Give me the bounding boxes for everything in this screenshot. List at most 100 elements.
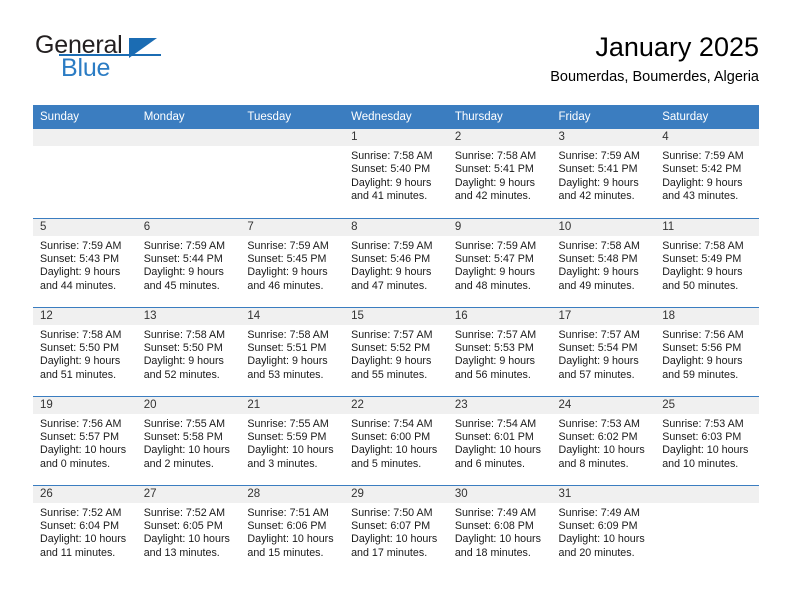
calendar-day-cell[interactable] — [136, 129, 241, 218]
calendar-day-cell[interactable] — [33, 129, 137, 218]
weekday-header-friday: Friday — [551, 105, 656, 129]
day-info-line: Daylight: 10 hours — [351, 533, 438, 546]
weekday-header-sunday: Sunday — [33, 105, 137, 129]
day-cell-content: 23 Sunrise: 7:54 AM Sunset: 6:01 PM Dayligh… — [447, 396, 552, 485]
day-sun-info: Sunrise: 7:55 AM Sunset: 5:59 PM Daylight:… — [240, 414, 344, 472]
calendar-day-cell[interactable]: 22 Sunrise: 7:54 AM Sunset: 6:00 PM Dayligh… — [344, 395, 448, 485]
general-blue-logo[interactable]: General Blue — [33, 30, 243, 86]
weekday-header-tuesday: Tuesday — [240, 105, 345, 129]
calendar-day-cell[interactable]: 12 Sunrise: 7:58 AM Sunset: 5:50 PM Dayligh… — [33, 306, 137, 396]
calendar-day-cell[interactable]: 27 Sunrise: 7:52 AM Sunset: 6:05 PM Dayligh… — [136, 484, 241, 575]
day-info-line: Sunset: 5:50 PM — [143, 341, 223, 354]
calendar-page: General Blue January 2025 Boumerdas, Bou… — [0, 0, 792, 612]
day-info-line: Daylight: 10 hours — [454, 444, 541, 457]
day-info-line: Sunrise: 7:54 AM — [454, 417, 537, 430]
calendar-day-cell[interactable]: 8 Sunrise: 7:59 AM Sunset: 5:46 PM Daylight… — [344, 217, 448, 307]
calendar-day-cell[interactable]: 4 Sunrise: 7:59 AM Sunset: 5:42 PM Daylight… — [655, 129, 759, 218]
calendar-day-cell[interactable]: 24 Sunrise: 7:53 AM Sunset: 6:02 PM Dayligh… — [551, 395, 656, 485]
day-sun-info: Sunrise: 7:55 AM Sunset: 5:58 PM Daylight:… — [137, 414, 241, 472]
calendar-day-cell[interactable]: 23 Sunrise: 7:54 AM Sunset: 6:01 PM Dayligh… — [447, 395, 552, 485]
day-info-line: Daylight: 9 hours — [40, 266, 121, 279]
calendar-day-cell[interactable]: 26 Sunrise: 7:52 AM Sunset: 6:04 PM Dayligh… — [33, 484, 137, 574]
day-info-line: Sunset: 5:41 PM — [454, 163, 534, 176]
calendar-day-cell[interactable]: 30 Sunrise: 7:49 AM Sunset: 6:08 PM Dayligh… — [447, 484, 552, 575]
day-info-line: Daylight: 9 hours — [351, 266, 432, 279]
day-sun-info: Sunrise: 7:51 AM Sunset: 6:06 PM Daylight:… — [240, 503, 344, 561]
day-info-line: Sunrise: 7:59 AM — [351, 239, 433, 252]
day-sun-info: Sunrise: 7:54 AM Sunset: 6:01 PM Daylight:… — [448, 414, 552, 472]
calendar-header-row: Sunday Monday Tuesday Wednesday Thursday… — [33, 105, 759, 129]
day-info-line: Sunset: 5:45 PM — [247, 252, 327, 265]
day-cell-content: 20 Sunrise: 7:55 AM Sunset: 5:58 PM Dayligh… — [136, 396, 241, 485]
calendar-day-cell[interactable]: 19 Sunrise: 7:56 AM Sunset: 5:57 PM Dayligh… — [33, 395, 137, 485]
calendar-day-cell[interactable]: 28 Sunrise: 7:51 AM Sunset: 6:06 PM Dayligh… — [240, 484, 345, 575]
calendar-day-cell[interactable]: 17 Sunrise: 7:57 AM Sunset: 5:54 PM Dayligh… — [551, 306, 656, 396]
day-sun-info: Sunrise: 7:58 AM Sunset: 5:40 PM Daylight:… — [344, 146, 448, 204]
calendar-day-cell[interactable]: 15 Sunrise: 7:57 AM Sunset: 5:52 PM Dayligh… — [344, 306, 448, 396]
day-number: 16 — [447, 307, 552, 325]
day-number: 5 — [33, 218, 137, 236]
day-info-line: Sunset: 5:41 PM — [558, 163, 638, 176]
day-cell-content — [33, 129, 137, 218]
day-info-line: Daylight: 9 hours — [558, 266, 639, 279]
calendar-day-cell[interactable] — [655, 484, 759, 574]
day-info-line: and 56 minutes. — [454, 368, 531, 381]
day-info-line: and 11 minutes. — [40, 546, 116, 559]
calendar-day-cell[interactable]: 10 Sunrise: 7:58 AM Sunset: 5:48 PM Dayligh… — [551, 217, 656, 307]
day-info-line: Daylight: 9 hours — [143, 266, 224, 279]
day-info-line: Sunrise: 7:55 AM — [143, 417, 226, 430]
logo-text-blue: Blue — [61, 54, 111, 82]
day-cell-content: 14 Sunrise: 7:58 AM Sunset: 5:51 PM Dayligh… — [240, 307, 345, 396]
calendar-day-cell[interactable]: 7 Sunrise: 7:59 AM Sunset: 5:45 PM Daylight… — [240, 217, 345, 307]
day-cell-content: 1 Sunrise: 7:58 AM Sunset: 5:40 PM Daylight… — [344, 129, 448, 218]
day-info-line: Sunrise: 7:51 AM — [247, 506, 329, 519]
calendar-day-cell[interactable]: 14 Sunrise: 7:58 AM Sunset: 5:51 PM Dayligh… — [240, 306, 345, 396]
calendar-day-cell[interactable]: 20 Sunrise: 7:55 AM Sunset: 5:58 PM Dayligh… — [136, 395, 241, 485]
day-info-line: Sunset: 5:57 PM — [40, 430, 120, 443]
day-sun-info: Sunrise: 7:53 AM Sunset: 6:02 PM Daylight:… — [552, 414, 656, 472]
day-info-line: Daylight: 10 hours — [454, 533, 541, 546]
calendar-day-cell[interactable]: 5 Sunrise: 7:59 AM Sunset: 5:43 PM Daylight… — [33, 217, 137, 307]
calendar-day-cell[interactable]: 2 Sunrise: 7:58 AM Sunset: 5:41 PM Daylight… — [447, 129, 552, 218]
day-info-line: Sunrise: 7:59 AM — [143, 239, 226, 252]
day-cell-content: 28 Sunrise: 7:51 AM Sunset: 6:06 PM Dayligh… — [240, 485, 345, 575]
calendar-week-row: 26 Sunrise: 7:52 AM Sunset: 6:04 PM Dayligh… — [33, 484, 759, 575]
day-info-line: Sunset: 5:51 PM — [247, 341, 327, 354]
day-cell-content: 5 Sunrise: 7:59 AM Sunset: 5:43 PM Daylight… — [33, 218, 137, 307]
day-info-line: and 18 minutes. — [454, 546, 531, 559]
day-number: 10 — [551, 218, 656, 236]
day-number: 14 — [240, 307, 345, 325]
day-info-line: Daylight: 9 hours — [351, 355, 432, 368]
weekday-header-wednesday: Wednesday — [344, 105, 448, 129]
calendar-day-cell[interactable]: 9 Sunrise: 7:59 AM Sunset: 5:47 PM Daylight… — [447, 217, 552, 307]
calendar-day-cell[interactable]: 25 Sunrise: 7:53 AM Sunset: 6:03 PM Dayligh… — [655, 395, 759, 485]
day-info-line: Daylight: 9 hours — [351, 176, 432, 189]
day-info-line: and 2 minutes. — [143, 457, 214, 470]
day-sun-info: Sunrise: 7:56 AM Sunset: 5:57 PM Daylight:… — [33, 414, 137, 472]
calendar-day-cell[interactable]: 18 Sunrise: 7:56 AM Sunset: 5:56 PM Dayligh… — [655, 306, 759, 396]
day-info-line: and 59 minutes. — [662, 368, 739, 381]
day-info-line: Sunrise: 7:53 AM — [662, 417, 744, 430]
calendar-day-cell[interactable]: 13 Sunrise: 7:58 AM Sunset: 5:50 PM Dayligh… — [136, 306, 241, 396]
day-number: 11 — [655, 218, 759, 236]
day-info-line: Daylight: 10 hours — [143, 533, 230, 546]
day-info-line: Sunset: 6:05 PM — [143, 519, 223, 532]
calendar-day-cell[interactable]: 21 Sunrise: 7:55 AM Sunset: 5:59 PM Dayligh… — [240, 395, 345, 485]
calendar-day-cell[interactable]: 16 Sunrise: 7:57 AM Sunset: 5:53 PM Dayligh… — [447, 306, 552, 396]
calendar-day-cell[interactable]: 3 Sunrise: 7:59 AM Sunset: 5:41 PM Daylight… — [551, 129, 656, 218]
day-number: 29 — [344, 485, 448, 503]
day-cell-content: 27 Sunrise: 7:52 AM Sunset: 6:05 PM Dayligh… — [136, 485, 241, 575]
day-cell-content: 17 Sunrise: 7:57 AM Sunset: 5:54 PM Dayligh… — [551, 307, 656, 396]
calendar-day-cell[interactable]: 6 Sunrise: 7:59 AM Sunset: 5:44 PM Daylight… — [136, 217, 241, 307]
day-number: 24 — [551, 396, 656, 414]
calendar-day-cell[interactable]: 1 Sunrise: 7:58 AM Sunset: 5:40 PM Daylight… — [344, 129, 448, 218]
page-subtitle: Boumerdas, Boumerdes, Algeria — [550, 69, 759, 85]
day-info-line: Sunset: 6:09 PM — [558, 519, 638, 532]
day-cell-content: 30 Sunrise: 7:49 AM Sunset: 6:08 PM Dayligh… — [447, 485, 552, 575]
day-number — [240, 129, 345, 146]
calendar-day-cell[interactable]: 29 Sunrise: 7:50 AM Sunset: 6:07 PM Dayligh… — [344, 484, 448, 574]
day-info-line: and 43 minutes. — [662, 190, 739, 203]
calendar-day-cell[interactable] — [240, 129, 345, 218]
calendar-day-cell[interactable]: 31 Sunrise: 7:49 AM Sunset: 6:09 PM Dayligh… — [551, 484, 656, 574]
calendar-day-cell[interactable]: 11 Sunrise: 7:58 AM Sunset: 5:49 PM Dayligh… — [655, 217, 759, 307]
